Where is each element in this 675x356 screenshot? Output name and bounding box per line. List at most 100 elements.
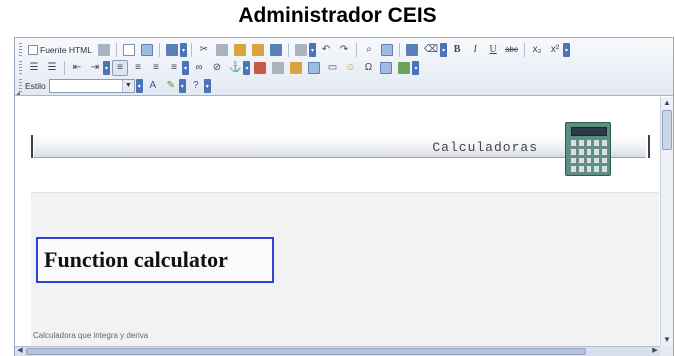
align-center-button[interactable]: ≡	[130, 60, 146, 76]
panel-subtext: Calculadora que integra y deriva	[33, 331, 149, 340]
indent-button[interactable]: ⇥	[87, 60, 103, 76]
scroll-corner	[660, 346, 673, 356]
underline-button[interactable]: U	[485, 42, 501, 58]
align-justify-button[interactable]: ≡	[166, 60, 182, 76]
vertical-scroll-thumb[interactable]	[662, 110, 672, 150]
paste-text-button[interactable]	[250, 42, 266, 58]
print-dropdown[interactable]: ▾	[308, 43, 316, 57]
insert-dropdown[interactable]: ▾	[412, 61, 420, 75]
scroll-right-icon[interactable]: ▶	[650, 346, 660, 356]
help-dropdown[interactable]: ▾	[203, 79, 211, 93]
function-calculator-box[interactable]: Function calculator	[36, 237, 274, 283]
media-button[interactable]	[288, 60, 304, 76]
editor-toolbars: Fuente HTML ▾ ✂ ▾ ↶ ↷ ⌕ ⌫ ▾ B I U abc x₂…	[15, 38, 673, 96]
preview-button[interactable]	[139, 42, 155, 58]
color-dropdown[interactable]: ▾	[178, 79, 186, 93]
bg-color-button[interactable]: ✎	[163, 78, 179, 94]
iframe-button[interactable]	[396, 60, 412, 76]
toolbar-collapse-handle[interactable]	[16, 91, 20, 95]
indent-icon: ⇥	[90, 62, 100, 73]
cut-button[interactable]: ✂	[196, 42, 212, 58]
save-button[interactable]	[96, 42, 112, 58]
content-panel: Function calculator Calculadora que inte…	[31, 192, 659, 346]
unlink-button[interactable]: ⊘	[209, 60, 225, 76]
toolbar-separator	[287, 43, 289, 57]
style-dropdown[interactable]: ▾	[135, 79, 143, 93]
function-calculator-heading: Function calculator	[44, 247, 228, 272]
numbered-list-button[interactable]: ☰	[26, 60, 42, 76]
select-all-button[interactable]	[404, 42, 420, 58]
superscript-button[interactable]: x²	[547, 42, 563, 58]
special-char-button[interactable]: Ω	[360, 60, 376, 76]
align-left-button[interactable]: ≡	[112, 60, 128, 76]
find-button[interactable]: ⌕	[361, 42, 377, 58]
unlink-icon: ⊘	[212, 62, 222, 73]
bulleted-list-icon: ☰	[47, 62, 57, 73]
indent-dropdown[interactable]: ▾	[103, 61, 110, 75]
style-label: Estilo	[25, 81, 46, 91]
templates-icon	[165, 44, 178, 56]
page-break-button[interactable]	[378, 60, 394, 76]
table-button[interactable]	[306, 60, 322, 76]
align-dropdown[interactable]: ▾	[182, 61, 189, 75]
scroll-up-icon[interactable]: ▲	[661, 97, 673, 109]
print-button[interactable]	[293, 42, 309, 58]
vertical-scrollbar[interactable]: ▲ ▼	[660, 97, 673, 346]
editor-content[interactable]: Calculadoras Function calculator Calcula…	[15, 97, 660, 346]
templates-button[interactable]	[164, 42, 180, 58]
toolbar-separator	[398, 43, 400, 57]
scroll-left-icon[interactable]: ◀	[15, 346, 25, 356]
source-html-button[interactable]: Fuente HTML	[26, 42, 94, 58]
align-right-icon: ≡	[153, 62, 159, 73]
subscript-button[interactable]: x₂	[529, 42, 545, 58]
paste-button[interactable]	[232, 42, 248, 58]
horizontal-scrollbar[interactable]: ◀ ▶	[15, 346, 660, 356]
source-html-label: Fuente HTML	[40, 45, 92, 55]
scroll-down-icon[interactable]: ▼	[661, 334, 673, 346]
text-color-button[interactable]: A	[145, 78, 161, 94]
paste-icon	[233, 44, 246, 56]
outdent-button[interactable]: ⇤	[69, 60, 85, 76]
link-icon: ∞	[195, 62, 203, 73]
about-button[interactable]: ?	[188, 78, 204, 94]
horizontal-scroll-thumb[interactable]	[26, 348, 586, 355]
redo-icon: ↷	[339, 44, 349, 55]
media-icon	[290, 62, 303, 74]
horizontal-rule-button[interactable]: ▭	[324, 60, 340, 76]
flash-button[interactable]	[270, 60, 286, 76]
chevron-down-icon[interactable]: ▼	[121, 80, 134, 92]
paste-word-button[interactable]	[268, 42, 284, 58]
smiley-button[interactable]: ☺	[342, 60, 358, 76]
redo-button[interactable]: ↷	[336, 42, 352, 58]
toolbar-grip[interactable]	[19, 43, 22, 57]
style-select[interactable]: ▼	[48, 79, 135, 93]
outdent-icon: ⇤	[72, 62, 82, 73]
help-icon: ?	[193, 80, 199, 91]
anchor-icon: ⚓	[229, 62, 242, 73]
new-page-button[interactable]	[121, 42, 137, 58]
source-icon	[28, 45, 38, 55]
toolbar-row-3: Estilo ▼ ▾ A ✎ ▾ ? ▾	[19, 77, 212, 95]
replace-button[interactable]	[379, 42, 395, 58]
toolbar-grip[interactable]	[19, 61, 22, 75]
calculator-image	[565, 122, 611, 176]
toolbar-separator	[115, 43, 117, 57]
templates-dropdown[interactable]: ▾	[179, 43, 187, 57]
italic-button[interactable]: I	[467, 42, 483, 58]
bold-button[interactable]: B	[449, 42, 465, 58]
remove-format-button[interactable]: ⌫	[422, 42, 440, 58]
scissors-icon: ✂	[199, 44, 209, 55]
image-button[interactable]	[252, 60, 268, 76]
smiley-icon: ☺	[345, 62, 356, 73]
anchor-button[interactable]: ⚓	[227, 60, 243, 76]
strikethrough-button[interactable]: abc	[503, 42, 520, 58]
link-dropdown[interactable]: ▾	[243, 61, 251, 75]
align-right-button[interactable]: ≡	[148, 60, 164, 76]
link-button[interactable]: ∞	[191, 60, 207, 76]
iframe-icon	[398, 62, 411, 74]
bulleted-list-button[interactable]: ☰	[44, 60, 60, 76]
copy-button[interactable]	[214, 42, 230, 58]
undo-button[interactable]: ↶	[318, 42, 334, 58]
format-dropdown[interactable]: ▾	[440, 43, 448, 57]
script-dropdown[interactable]: ▾	[563, 43, 571, 57]
